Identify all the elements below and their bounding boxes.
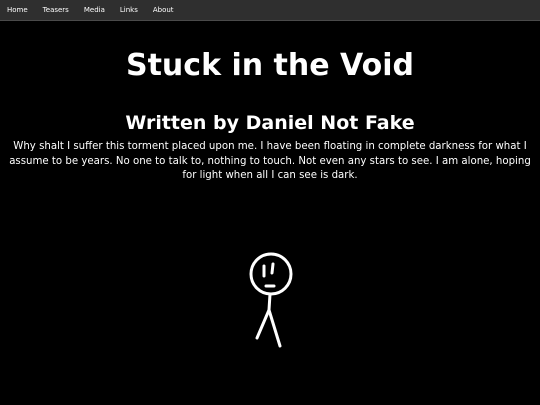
nav-link-teasers[interactable]: Teasers: [43, 0, 69, 21]
nav-link-media[interactable]: Media: [84, 0, 105, 21]
nav-link-links[interactable]: Links: [120, 0, 138, 21]
story-text: Why shalt I suffer this torment placed u…: [9, 141, 531, 181]
author-byline: Written by Daniel Not Fake: [125, 112, 415, 134]
figure-right-eye: [270, 262, 275, 275]
page-title: Stuck in the Void: [125, 48, 414, 83]
stick-figure-drawing: [249, 252, 293, 348]
figure-right-leg: [267, 308, 282, 348]
figure-body: [267, 292, 272, 312]
top-navigation-bar: Home Teasers Media Links About: [0, 0, 540, 21]
nav-link-about[interactable]: About: [153, 0, 174, 21]
figure-left-leg: [255, 308, 271, 340]
nav-link-home[interactable]: Home: [7, 0, 28, 21]
